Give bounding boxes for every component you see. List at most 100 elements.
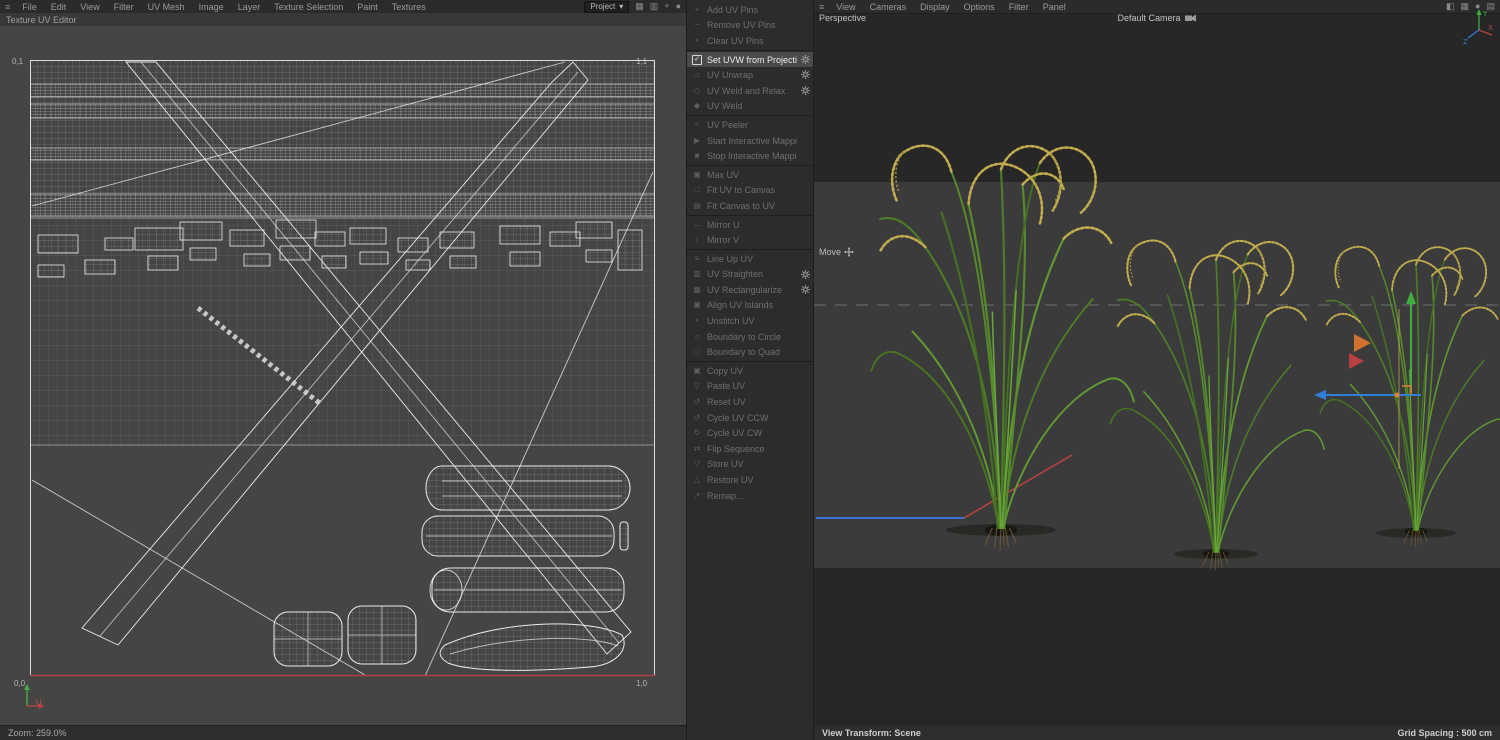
project-dropdown[interactable]: Project ▾	[584, 0, 630, 13]
uv-handle-islands	[421, 465, 631, 671]
menu-texture-selection[interactable]: Texture Selection	[267, 2, 350, 12]
menu-item-clear-uv-pins[interactable]: × Clear UV Pins	[687, 33, 813, 49]
uv-menu-group: ≡ Line Up UV ▥ UV Straighten ▦ UV Rectangular…	[687, 248, 813, 361]
camera-icon	[1184, 14, 1196, 22]
menu-item-uv-peeler[interactable]: ≈ UV Peeler	[687, 117, 813, 133]
record-icon[interactable]: ●	[676, 2, 681, 11]
menu-item-max-uv[interactable]: ▣ Max UV	[687, 167, 813, 183]
uv-canvas-area[interactable]: 0,1 1,1 0,0 1,0	[0, 26, 686, 726]
menu-item-reset-uv[interactable]: ↺ Reset UV	[687, 394, 813, 410]
play-icon: ▶	[693, 135, 701, 145]
menu-view[interactable]: View	[829, 2, 862, 12]
menu-item-flip-sequence[interactable]: ⇄ Flip Sequence	[687, 441, 813, 457]
menu-item-add-uv-pins[interactable]: + Add UV Pins	[687, 2, 813, 18]
menu-textures[interactable]: Textures	[385, 2, 433, 12]
menu-item-fit-canvas-to-uv[interactable]: ▤ Fit Canvas to UV	[687, 198, 813, 214]
uv-editor-tab[interactable]: Texture UV Editor	[0, 13, 686, 27]
menu-item-start-interactive-mapping[interactable]: ▶ Start Interactive Mapping	[687, 133, 813, 149]
menu-panel[interactable]: Panel	[1036, 2, 1073, 12]
menu-item-uv-rectangularize[interactable]: ▦ UV Rectangularize	[687, 282, 813, 298]
gear-icon[interactable]	[801, 285, 810, 296]
add-icon[interactable]: +	[664, 2, 669, 11]
menu-item-label: UV Rectangularize	[707, 284, 783, 295]
hamburger-icon[interactable]: ≡	[0, 2, 15, 12]
menu-item-copy-uv[interactable]: ▣ Copy UV	[687, 363, 813, 379]
viewport-panel: ≡ View Cameras Display Options Filter Panel ◧…	[814, 0, 1500, 740]
uv-menu-group: + Add UV Pins − Remove UV Pins × Clear UV Pin…	[687, 0, 813, 50]
menu-item-line-up-uv[interactable]: ≡ Line Up UV	[687, 251, 813, 267]
columns-icon[interactable]: ▥	[650, 2, 659, 11]
menu-filter[interactable]: Filter	[107, 2, 141, 12]
stop-icon: ■	[694, 151, 700, 161]
menu-item-cycle-uv-cw[interactable]: ↻ Cycle UV CW	[687, 425, 813, 441]
viewport-scene[interactable]	[814, 14, 1500, 726]
viewport-menubar: ≡ View Cameras Display Options Filter Panel ◧…	[814, 0, 1500, 14]
menu-item-store-uv[interactable]: ▽ Store UV	[687, 457, 813, 473]
menu-item-boundary-to-circle[interactable]: ○ Boundary to Circle	[687, 329, 813, 345]
menu-item-label: Line Up UV	[707, 253, 754, 264]
viewport-axis-gizmo[interactable]: Y X Z	[1462, 6, 1496, 46]
menu-item-label: Store UV	[707, 459, 744, 470]
move-tool-label: Move	[819, 247, 855, 257]
uv-menu-group: ✓ Set UVW from Projection ▱ UV Unwrap ◇ UV We…	[687, 49, 813, 115]
menu-item-remap[interactable]: ↗ Remap...	[687, 488, 813, 504]
menu-item-stop-interactive-mapping[interactable]: ■ Stop Interactive Mapping	[687, 148, 813, 164]
menu-item-label: Copy UV	[707, 365, 744, 376]
menu-item-boundary-to-quad[interactable]: □ Boundary to Quad	[687, 344, 813, 360]
store-icon: ▽	[693, 459, 701, 469]
menu-item-cycle-uv-ccw[interactable]: ↺ Cycle UV CCW	[687, 410, 813, 426]
menu-item-set-uvw-from-projection[interactable]: ✓ Set UVW from Projection	[687, 51, 813, 68]
menu-item-restore-uv[interactable]: △ Restore UV	[687, 472, 813, 488]
axis-x-label: X	[1488, 24, 1493, 32]
menu-item-unstitch-uv[interactable]: × Unstitch UV	[687, 313, 813, 329]
mirror-u-icon: ↔	[693, 219, 701, 229]
gear-icon[interactable]	[801, 269, 810, 281]
menu-uv-mesh[interactable]: UV Mesh	[141, 2, 192, 12]
menu-item-mirror-u[interactable]: ↔ Mirror U	[687, 217, 813, 233]
menu-layer[interactable]: Layer	[231, 2, 268, 12]
menu-item-uv-unwrap[interactable]: ▱ UV Unwrap	[687, 67, 813, 83]
gear-icon[interactable]	[801, 54, 810, 66]
line-up-icon: ≡	[694, 253, 700, 263]
menu-item-fit-uv-to-canvas[interactable]: □ Fit UV to Canvas	[687, 183, 813, 199]
grid-icon[interactable]: ▦	[635, 2, 644, 11]
half-square-icon[interactable]: ◧	[1446, 2, 1455, 11]
menu-item-label: Set UVW from Projection	[707, 54, 797, 65]
menu-file[interactable]: File	[15, 2, 44, 12]
gear-icon[interactable]	[801, 85, 810, 97]
menu-cameras[interactable]: Cameras	[863, 2, 914, 12]
menu-item-remove-uv-pins[interactable]: − Remove UV Pins	[687, 18, 813, 34]
menu-item-uv-weld-and-relax[interactable]: ◇ UV Weld and Relax	[687, 83, 813, 99]
gear-icon[interactable]	[801, 70, 810, 81]
menu-edit[interactable]: Edit	[44, 2, 74, 12]
remap-icon: ↗	[693, 490, 701, 500]
view-transform-label: View Transform: Scene	[822, 728, 921, 738]
menu-item-align-uv-islands[interactable]: ▣ Align UV Islands	[687, 298, 813, 314]
menu-item-uv-weld[interactable]: ◆ UV Weld	[687, 99, 813, 115]
menu-item-label: Max UV	[707, 169, 740, 180]
menu-item-paste-uv[interactable]: ▽ Paste UV	[687, 379, 813, 395]
hamburger-icon[interactable]: ≡	[814, 2, 829, 12]
menu-item-label: Fit Canvas to UV	[707, 200, 776, 211]
viewport-camera-label[interactable]: Default Camera	[814, 13, 1500, 23]
unstitch-icon: ×	[694, 316, 700, 326]
menu-item-mirror-v[interactable]: ↕ Mirror V	[687, 232, 813, 248]
menu-options[interactable]: Options	[957, 2, 1002, 12]
menu-image[interactable]: Image	[192, 2, 231, 12]
menu-paint[interactable]: Paint	[350, 2, 385, 12]
align-islands-icon: ▣	[693, 300, 701, 310]
uv-wireframe[interactable]	[30, 60, 655, 677]
boundary-quad-icon: □	[694, 347, 700, 357]
menu-item-uv-straighten[interactable]: ▥ UV Straighten	[687, 267, 813, 283]
uv-editor-tab-label: Texture UV Editor	[6, 14, 77, 25]
max-uv-icon: ▣	[693, 169, 701, 179]
menu-item-label: Remove UV Pins	[707, 20, 776, 31]
menu-display[interactable]: Display	[913, 2, 957, 12]
menu-view[interactable]: View	[73, 2, 106, 12]
zoom-level: Zoom: 259.0%	[8, 728, 67, 738]
uv-editor-menubar: ≡ File Edit View Filter UV Mesh Image Layer Tex…	[0, 0, 686, 14]
menu-item-label: Boundary to Circle	[707, 331, 782, 342]
menu-item-label: UV Weld	[707, 101, 743, 112]
checkbox-checked-icon: ✓	[692, 54, 702, 65]
menu-filter[interactable]: Filter	[1002, 2, 1036, 12]
